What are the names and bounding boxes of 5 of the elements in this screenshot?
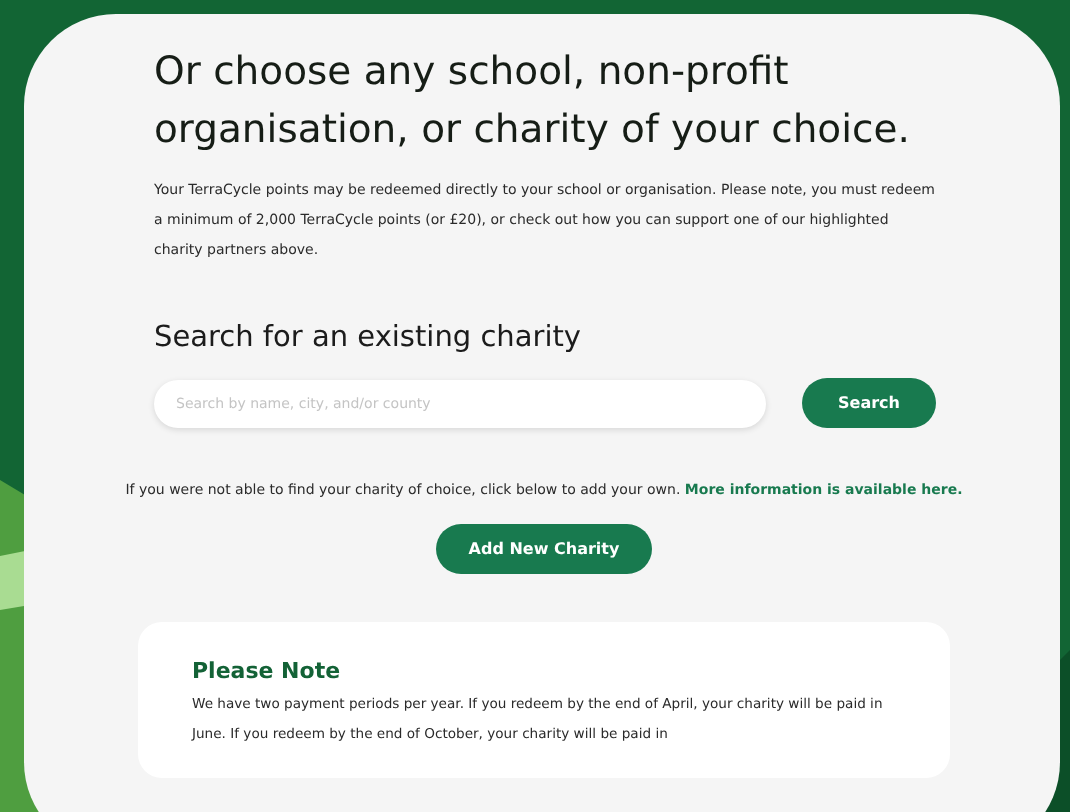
search-button[interactable]: Search — [802, 378, 936, 428]
search-heading: Search for an existing charity — [154, 320, 584, 358]
page-heading: Or choose any school, non-profit organisation, or charity of your choice. — [154, 46, 912, 156]
add-charity-button[interactable]: Add New Charity — [436, 524, 652, 574]
note-title: Please Note — [192, 658, 343, 684]
